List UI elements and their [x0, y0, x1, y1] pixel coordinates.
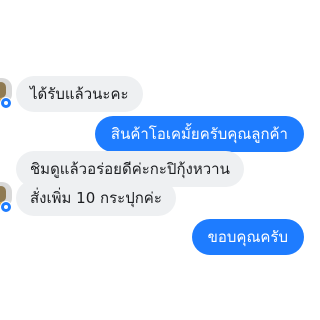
message-text: ได้รับแล้วนะคะ	[30, 85, 129, 103]
message-outgoing[interactable]: ขอบคุณครับ	[191, 219, 304, 255]
message-outgoing[interactable]: สินค้าโอเคมั้ยครับคุณลูกค้า	[94, 116, 304, 152]
message-text: สินค้าโอเคมั้ยครับคุณลูกค้า	[110, 125, 288, 143]
message-text: ขอบคุณครับ	[207, 228, 288, 246]
message-text: ชิมดูแล้วอร่อยดีค่ะกะปิกุ้งหวาน	[30, 160, 230, 178]
avatar-figure	[0, 82, 6, 98]
chat-thread: ได้รับแล้วนะคะ สินค้าโอเคมั้ยครับคุณลูกค…	[0, 0, 320, 320]
messenger-icon	[0, 201, 12, 213]
avatar-figure	[0, 186, 6, 202]
messenger-icon	[0, 97, 12, 109]
message-incoming[interactable]: สั่งเพิ่ม 10 กระปุกค่ะ	[16, 180, 176, 216]
message-incoming[interactable]: ได้รับแล้วนะคะ	[16, 76, 143, 112]
message-text: สั่งเพิ่ม 10 กระปุกค่ะ	[30, 189, 162, 207]
